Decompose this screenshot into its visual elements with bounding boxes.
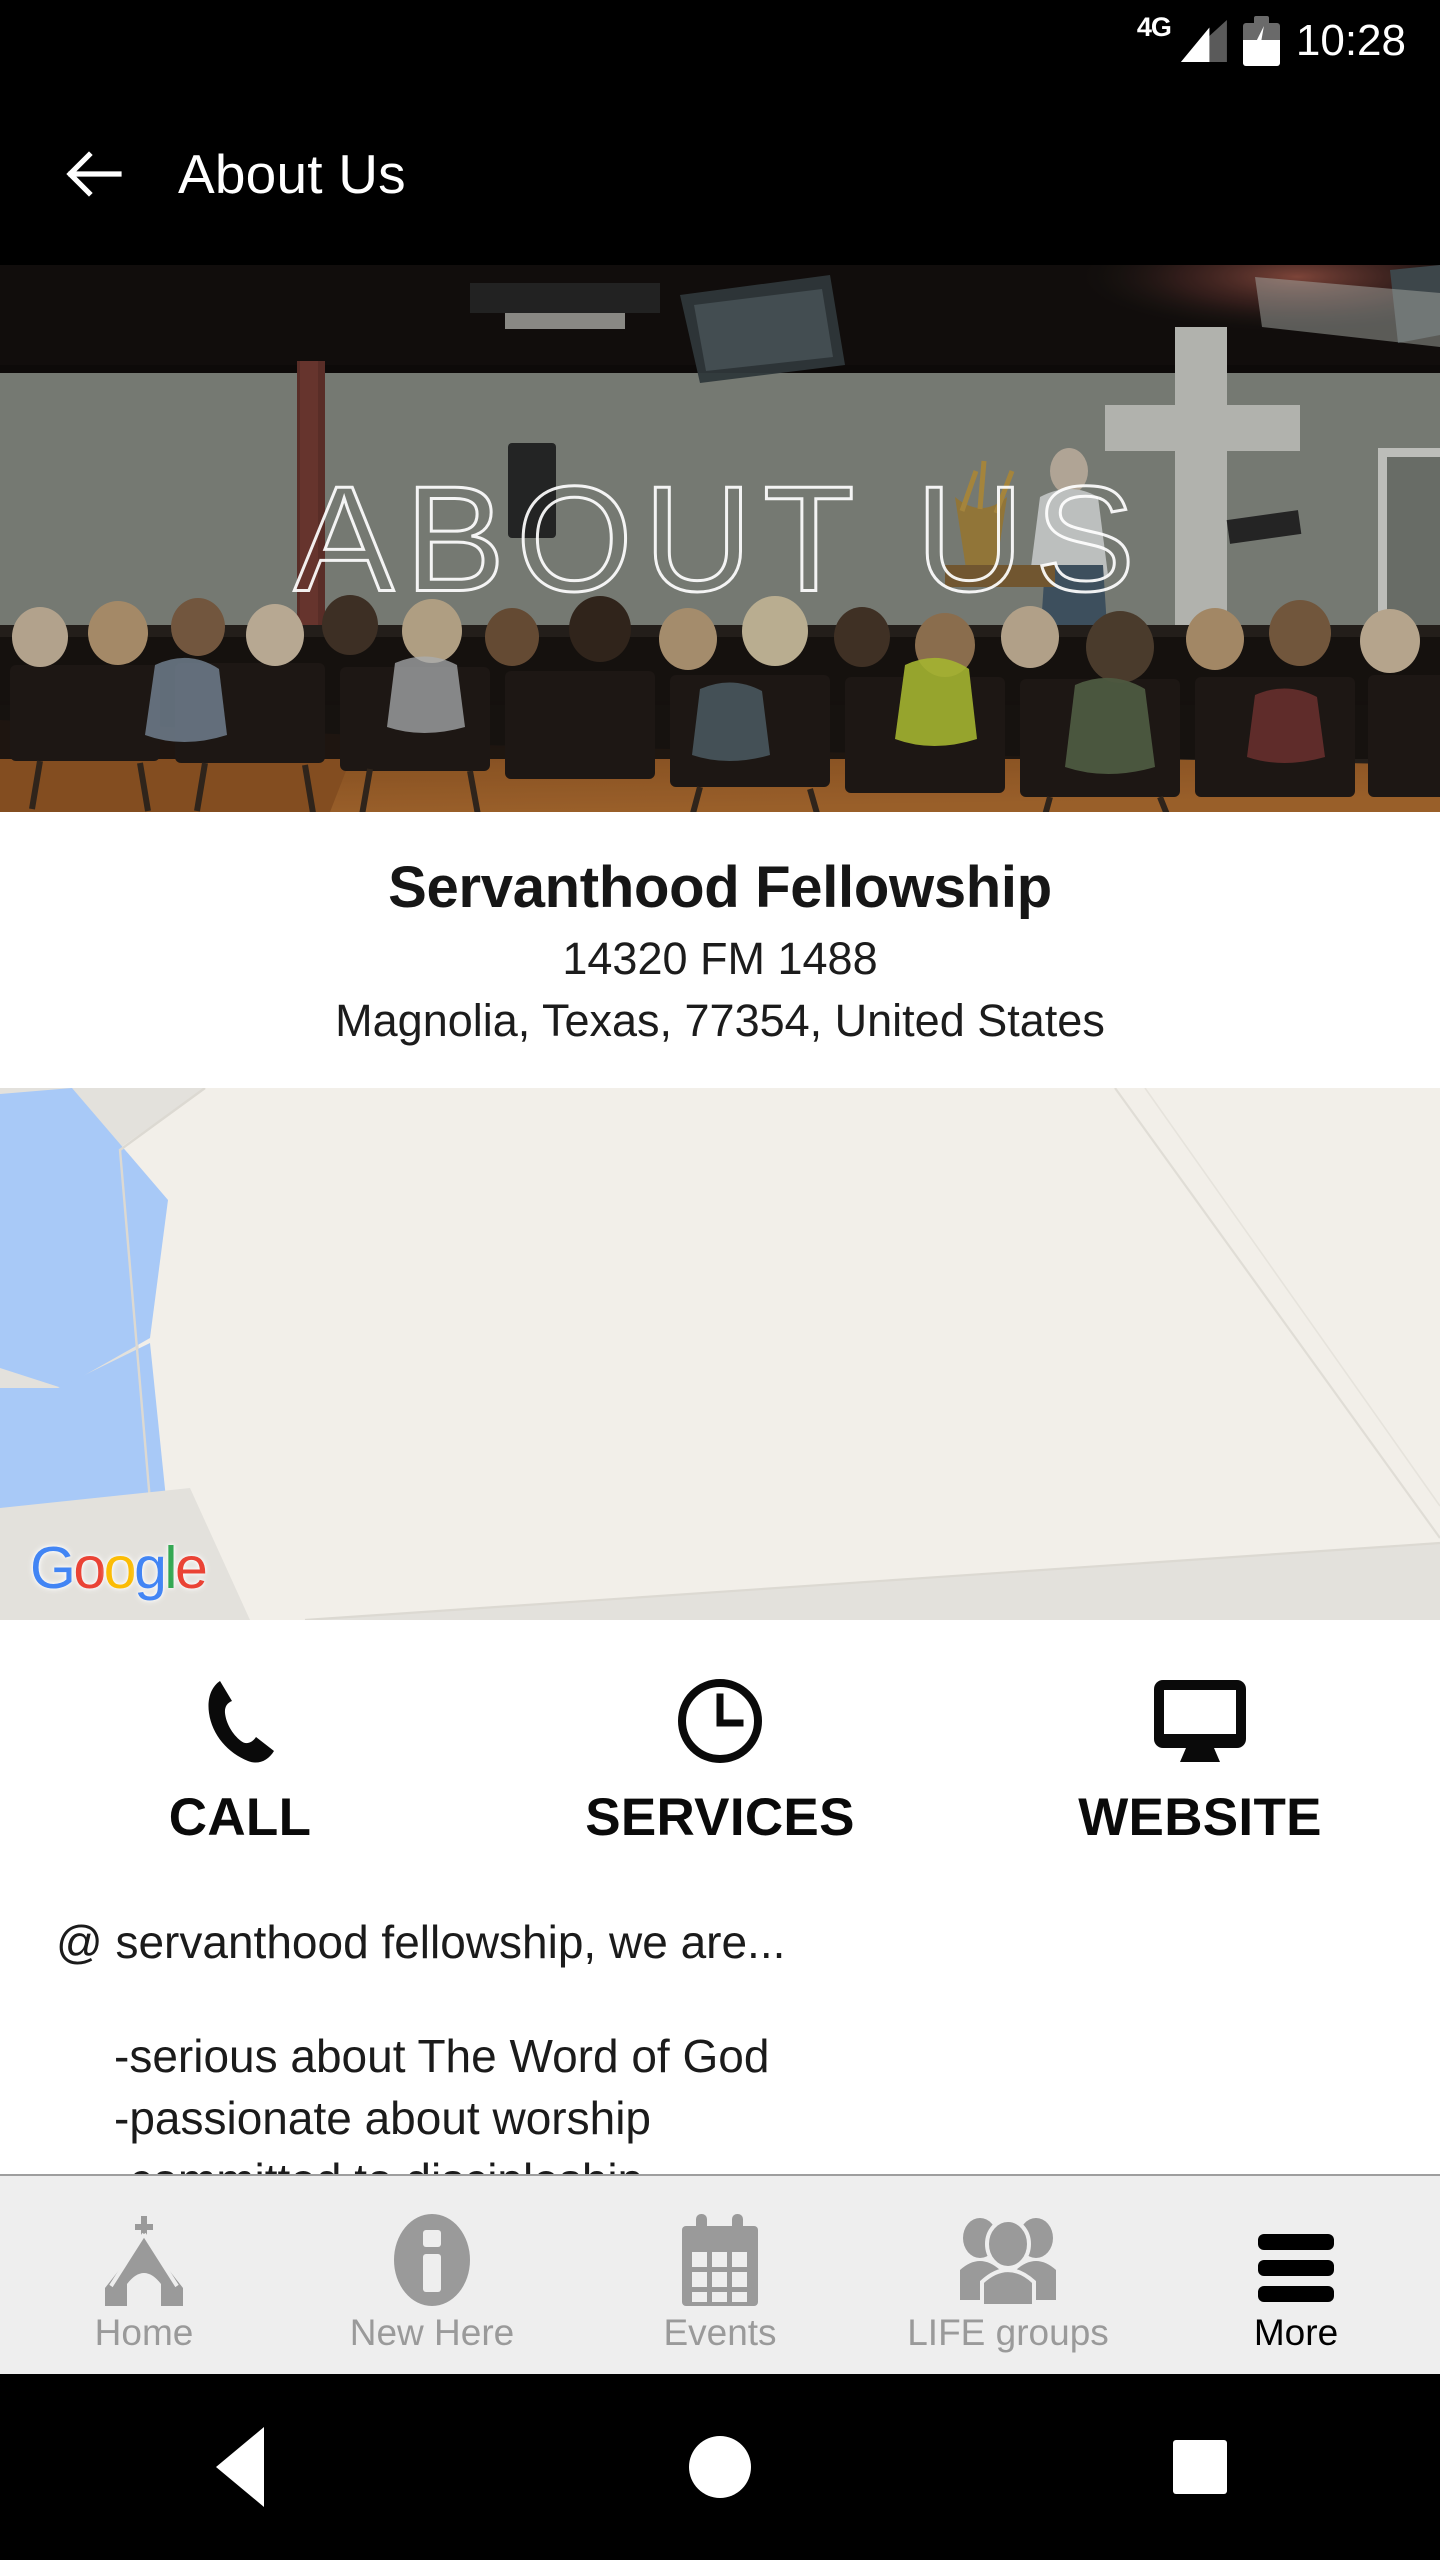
google-letter-l: l bbox=[164, 1535, 177, 1601]
bullet-item: -committed to discipleship bbox=[114, 2152, 1440, 2174]
call-button[interactable]: CALL bbox=[0, 1620, 480, 1902]
hero-overlay-title: ABOUT US bbox=[292, 453, 1147, 624]
google-letter-o1: o bbox=[73, 1535, 106, 1601]
bullet-item: -serious about The Word of God bbox=[114, 2030, 770, 2083]
page-title: About Us bbox=[178, 142, 406, 205]
nav-label-events: Events bbox=[663, 2312, 777, 2353]
app-screen: 4G 10:28 About Us ABOUT US Servanthood F… bbox=[0, 0, 1440, 2560]
bullet-item: -passionate about worship bbox=[114, 2092, 651, 2145]
organization-name: Servanthood Fellowship bbox=[388, 855, 1052, 920]
system-home-icon[interactable] bbox=[645, 2422, 795, 2512]
signal-bars-icon bbox=[1180, 20, 1227, 62]
network-type-label: 4G bbox=[1136, 12, 1172, 42]
website-button[interactable]: WEBSITE bbox=[960, 1620, 1440, 1902]
nav-label-more: More bbox=[1253, 2312, 1339, 2353]
nav-label-home: Home bbox=[94, 2312, 194, 2353]
nav-label-life-groups: LIFE groups bbox=[907, 2312, 1109, 2353]
map-tiles bbox=[0, 1088, 1440, 1620]
google-letter-o2: o bbox=[103, 1535, 137, 1601]
status-bar: 4G 10:28 bbox=[0, 0, 1440, 82]
info-icon bbox=[389, 2204, 475, 2308]
description-lead: @ servanthood fellowship, we are... bbox=[56, 1916, 786, 1968]
clock-icon bbox=[676, 1675, 764, 1767]
battery-charging-icon bbox=[1242, 16, 1280, 66]
google-letter-g1: G bbox=[30, 1535, 76, 1601]
hamburger-menu-icon bbox=[1248, 2204, 1344, 2308]
calendar-icon bbox=[674, 2204, 766, 2308]
google-letter-e: e bbox=[175, 1535, 208, 1601]
nav-tab-life-groups[interactable]: LIFE groups bbox=[864, 2176, 1152, 2374]
monitor-icon bbox=[1150, 1675, 1250, 1767]
services-label: SERVICES bbox=[585, 1787, 855, 1847]
description-bullets: -serious about The Word of God -passiona… bbox=[56, 2028, 1440, 2174]
services-button[interactable]: SERVICES bbox=[480, 1620, 960, 1902]
nav-tab-events[interactable]: Events bbox=[576, 2176, 864, 2374]
system-recents-icon[interactable] bbox=[1125, 2422, 1275, 2512]
nav-tab-more[interactable]: More bbox=[1152, 2176, 1440, 2374]
nav-tab-home[interactable]: Home bbox=[0, 2176, 288, 2374]
hero-image: ABOUT US bbox=[0, 265, 1440, 812]
about-description: @ servanthood fellowship, we are... -ser… bbox=[0, 1902, 1440, 2174]
organization-info: Servanthood Fellowship 14320 FM 1488 Mag… bbox=[0, 812, 1440, 1088]
address-line-1: 14320 FM 1488 bbox=[562, 933, 878, 984]
google-attribution-logo: Google bbox=[30, 1539, 208, 1598]
church-icon bbox=[95, 2204, 193, 2308]
app-bar: About Us bbox=[0, 82, 1440, 265]
nav-label-new-here: New Here bbox=[349, 2312, 515, 2353]
location-map[interactable]: Google bbox=[0, 1088, 1440, 1620]
call-label: CALL bbox=[168, 1787, 312, 1847]
google-letter-g2: g bbox=[134, 1535, 167, 1601]
people-icon bbox=[956, 2204, 1060, 2308]
bottom-navigation-bar: Home New Here Events LIFE groups More bbox=[0, 2174, 1440, 2374]
website-label: WEBSITE bbox=[1078, 1787, 1322, 1847]
back-arrow-icon[interactable] bbox=[62, 143, 124, 205]
system-back-icon[interactable] bbox=[165, 2422, 315, 2512]
system-navigation-bar bbox=[0, 2374, 1440, 2560]
phone-icon bbox=[198, 1675, 282, 1767]
status-bar-clock: 10:28 bbox=[1295, 16, 1406, 65]
nav-tab-new-here[interactable]: New Here bbox=[288, 2176, 576, 2374]
quick-actions-row: CALL SERVICES WEBSITE bbox=[0, 1620, 1440, 1902]
address-line-2: Magnolia, Texas, 77354, United States bbox=[335, 995, 1105, 1046]
